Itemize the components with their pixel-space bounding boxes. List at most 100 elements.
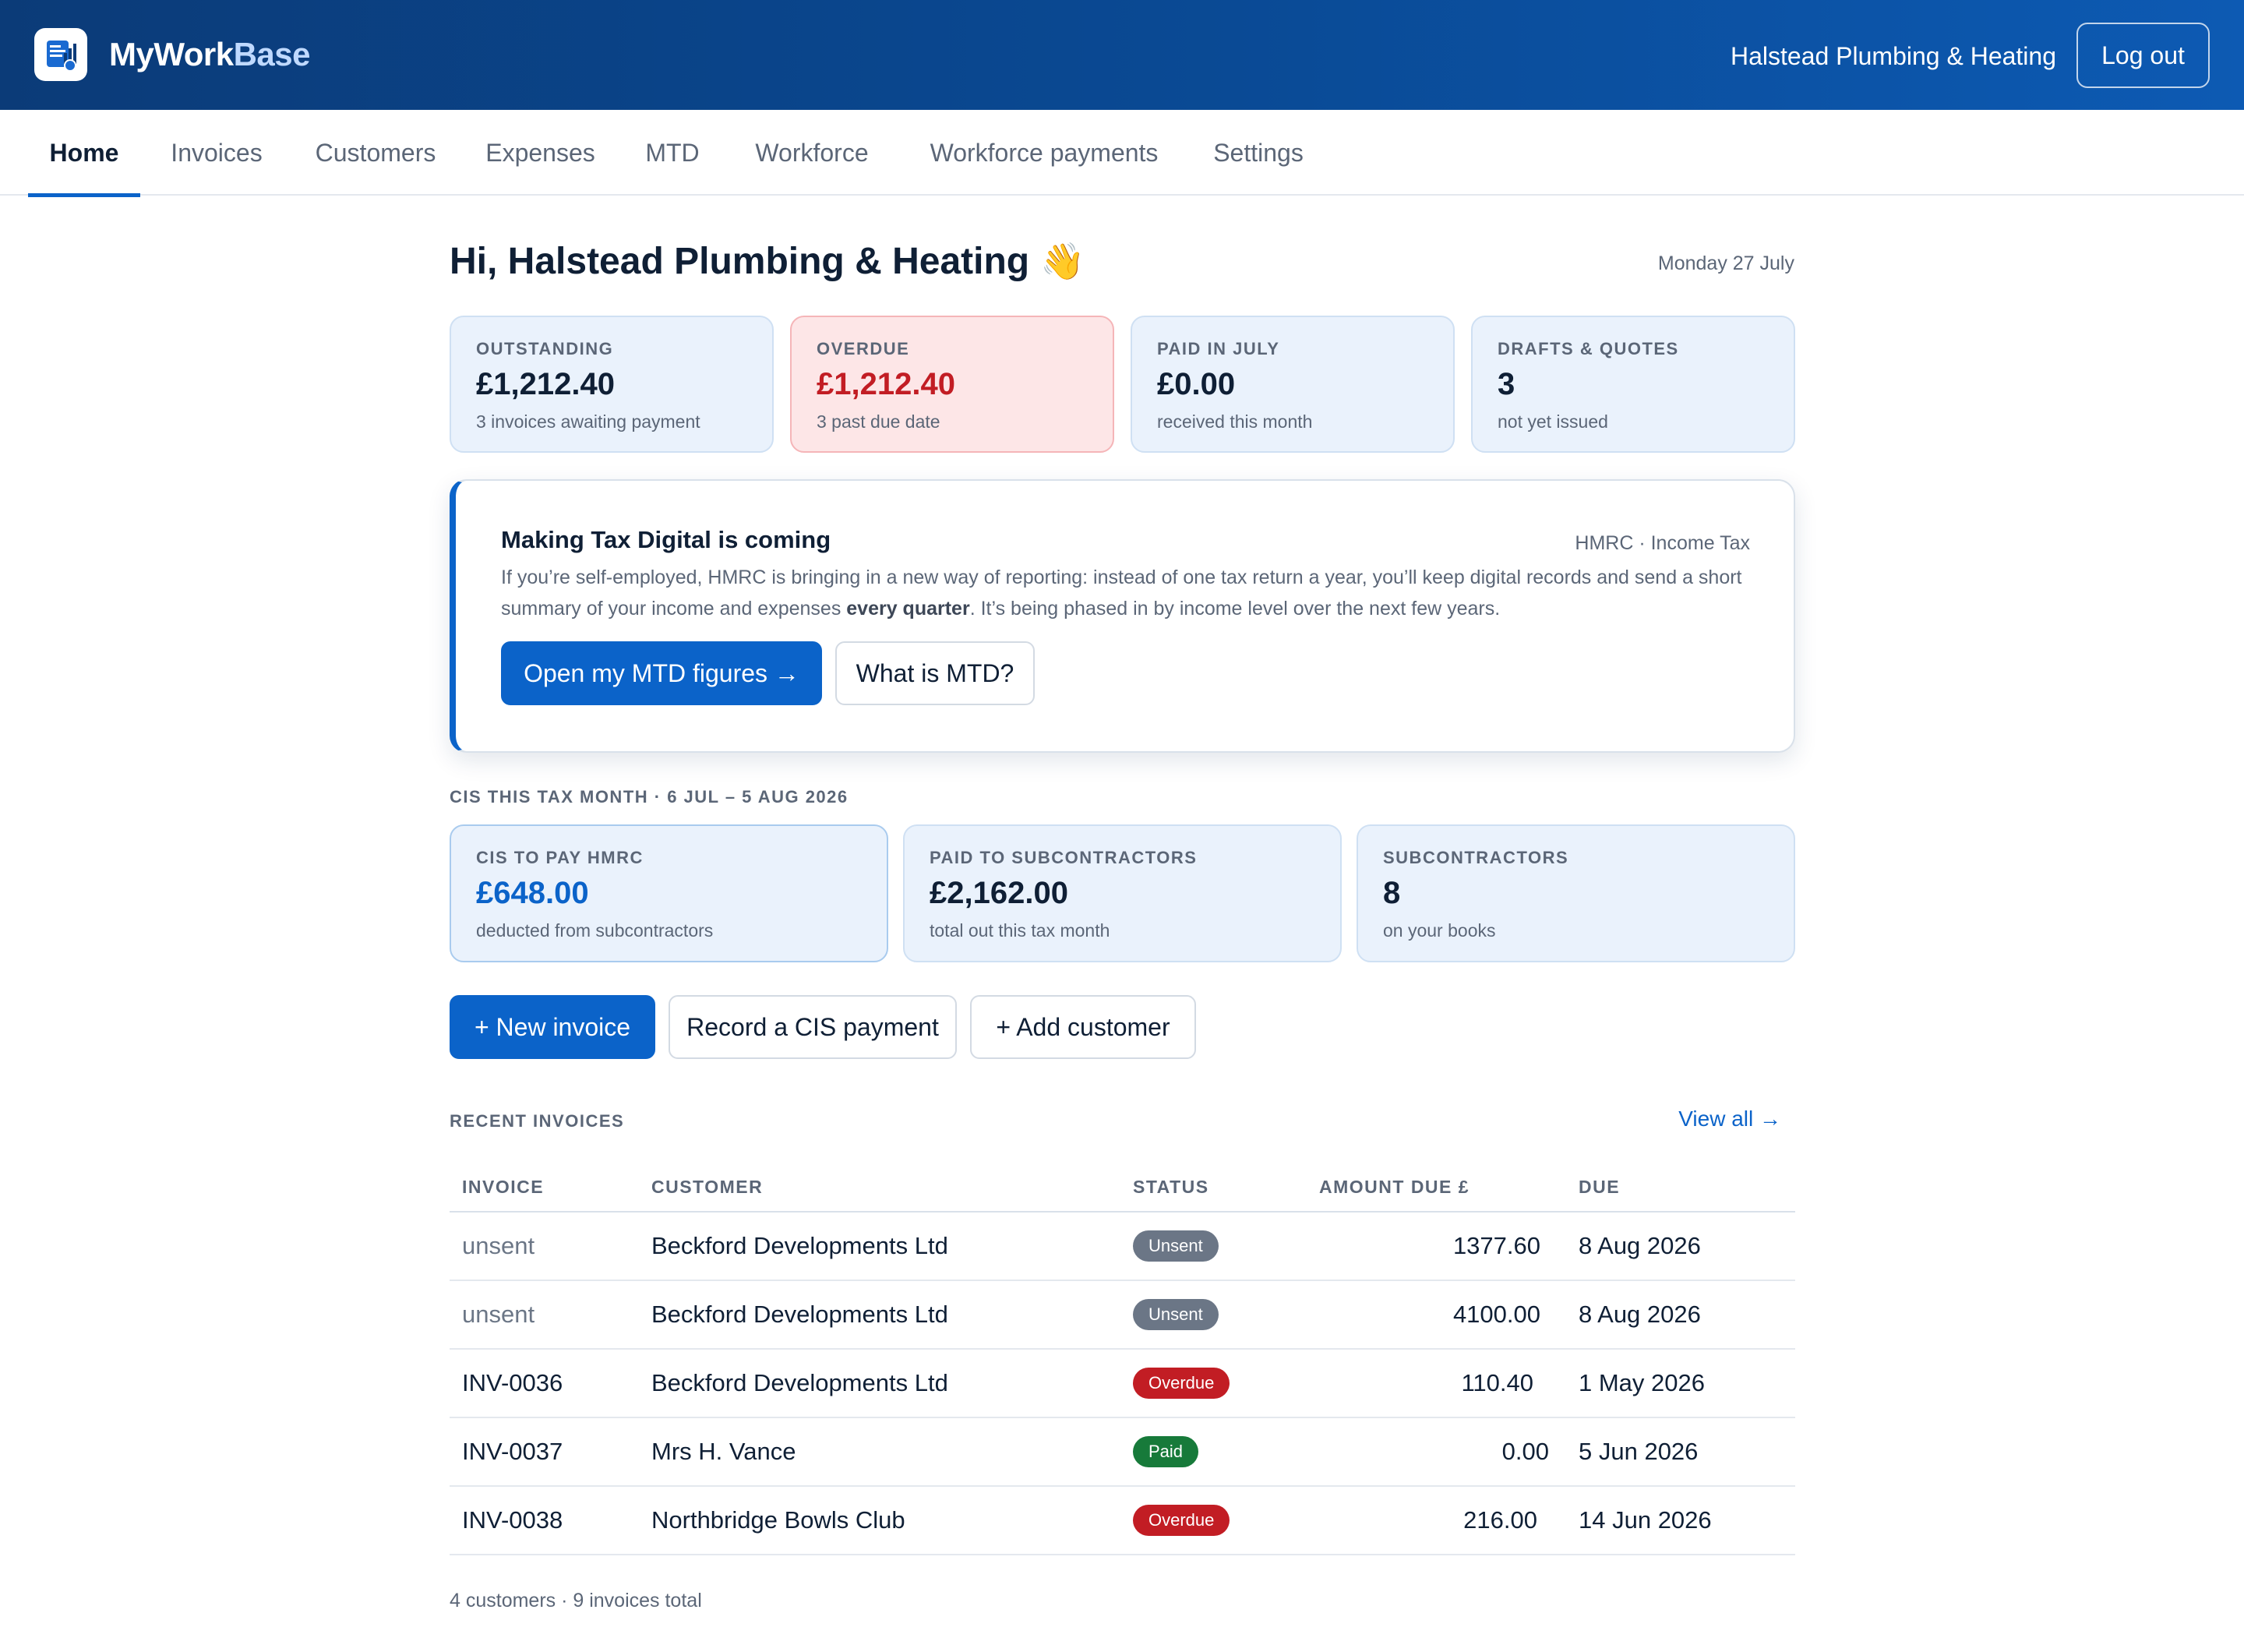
record-cis-payment-button[interactable]: Record a CIS payment [669, 995, 957, 1059]
recent-invoices-label: RECENT INVOICES [450, 1111, 625, 1131]
stat-label: PAID IN JULY [1157, 339, 1280, 358]
customer-name: Beckford Developments Ltd [651, 1369, 948, 1396]
mtd-tag: HMRC · Income Tax [1575, 532, 1750, 554]
stat-value: £2,162.00 [930, 876, 1068, 910]
stat-label: OVERDUE [817, 339, 910, 358]
nav-tab-expenses[interactable]: Expenses [476, 110, 605, 196]
column-header-due[interactable]: DUE [1579, 1177, 1620, 1198]
due-date: 1 May 2026 [1579, 1369, 1705, 1396]
column-header-invoice[interactable]: INVOICE [462, 1177, 544, 1198]
stat-value: 8 [1383, 876, 1401, 910]
amount-due: 0.00 [1501, 1438, 1549, 1465]
top-bar: MyWorkBase Halstead Plumbing & Heating L… [0, 0, 2244, 110]
mtd-title: Making Tax Digital is coming [501, 526, 831, 553]
table-row[interactable]: unsent Beckford Developments Ltd Unsent … [450, 1281, 1795, 1350]
current-date: Monday 27 July [1657, 252, 1794, 274]
nav-tab-workforce[interactable]: Workforce [741, 110, 883, 196]
customer-name: Northbridge Bowls Club [651, 1506, 905, 1534]
stat-subtext: 3 past due date [817, 411, 940, 432]
amount-due: 1377.60 [1452, 1232, 1540, 1259]
status-cell: Unsent [1133, 1281, 1219, 1348]
mtd-body-text-end: . It’s being phased in by income level o… [969, 598, 1501, 620]
stat-subtext: deducted from subcontractors [476, 920, 714, 941]
cis-card-to-pay[interactable]: CIS TO PAY HMRC £648.00 deducted from su… [450, 824, 888, 962]
nav-tab-invoices[interactable]: Invoices [161, 110, 272, 196]
table-row[interactable]: INV-0036 Beckford Developments Ltd Overd… [450, 1350, 1795, 1418]
what-is-mtd-button[interactable]: What is MTD? [835, 641, 1035, 705]
stat-subtext: not yet issued [1498, 411, 1608, 432]
due-date: 8 Aug 2026 [1579, 1301, 1701, 1328]
nav-tab-settings[interactable]: Settings [1206, 110, 1311, 196]
mtd-body-emphasis: every quarter [846, 598, 970, 620]
waving-hand-icon: 👋 [1040, 241, 1085, 281]
stat-subtext: on your books [1383, 920, 1496, 941]
status-cell: Unsent [1133, 1213, 1219, 1280]
nav-tab-workforce-payments[interactable]: Workforce payments [913, 110, 1175, 196]
greeting-text: Hi, Halstead Plumbing & Heating [450, 241, 1030, 282]
stat-subtext: total out this tax month [930, 920, 1110, 941]
logout-button[interactable]: Log out [2076, 23, 2210, 88]
nav-tab-home[interactable]: Home [28, 110, 140, 197]
stat-label: CIS TO PAY HMRC [476, 848, 644, 867]
customer-name: Beckford Developments Ltd [651, 1232, 948, 1259]
invoice-number: INV-0037 [462, 1438, 563, 1465]
status-badge: Overdue [1133, 1368, 1230, 1399]
mtd-actions: Open my MTD figures → What is MTD? [501, 641, 1750, 705]
invoice-number: INV-0036 [462, 1369, 563, 1396]
stat-value: £1,212.40 [476, 367, 615, 401]
table-header: INVOICE CUSTOMER STATUS AMOUNT DUE £ DUE [450, 1160, 1795, 1213]
stat-value: 3 [1498, 367, 1515, 401]
nav-tab-customers[interactable]: Customers [306, 110, 445, 196]
column-header-status[interactable]: STATUS [1133, 1177, 1209, 1198]
stat-value: £0.00 [1157, 367, 1236, 401]
mtd-banner: Making Tax Digital is coming HMRC · Inco… [450, 479, 1795, 753]
stat-card-drafts[interactable]: DRAFTS & QUOTES 3 not yet issued [1471, 316, 1795, 453]
customer-name: Mrs H. Vance [651, 1438, 796, 1465]
due-date: 14 Jun 2026 [1579, 1506, 1712, 1534]
status-badge: Paid [1133, 1436, 1199, 1467]
status-badge: Overdue [1133, 1505, 1230, 1536]
customer-name: Beckford Developments Ltd [651, 1301, 948, 1328]
status-cell: Overdue [1133, 1350, 1230, 1417]
stat-label: OUTSTANDING [476, 339, 614, 358]
view-all-link[interactable]: View all → [1678, 1107, 1781, 1131]
invoice-number: INV-0038 [462, 1506, 563, 1534]
page-title: Hi, Halstead Plumbing & Heating 👋 [450, 234, 1085, 289]
new-invoice-button[interactable]: + New invoice [450, 995, 655, 1059]
cis-card-subcontractors[interactable]: SUBCONTRACTORS 8 on your books [1357, 824, 1795, 962]
brand-accent: Base [233, 36, 311, 72]
table-row[interactable]: INV-0037 Mrs H. Vance Paid 0.00 5 Jun 20… [450, 1418, 1795, 1487]
invoice-number: unsent [462, 1301, 535, 1328]
mtd-description: If you’re self-employed, HMRC is bringin… [501, 562, 1763, 624]
status-badge: Unsent [1133, 1299, 1219, 1330]
stat-card-outstanding[interactable]: OUTSTANDING £1,212.40 3 invoices awaitin… [450, 316, 774, 453]
status-badge: Unsent [1133, 1230, 1219, 1262]
table-row[interactable]: INV-0038 Northbridge Bowls Club Overdue … [450, 1487, 1795, 1555]
column-header-amount[interactable]: AMOUNT DUE £ [1319, 1177, 1470, 1198]
stat-value: £1,212.40 [817, 367, 955, 401]
amount-due: 216.00 [1463, 1506, 1537, 1534]
amount-due: 4100.00 [1452, 1301, 1540, 1328]
recent-invoices-table: INVOICE CUSTOMER STATUS AMOUNT DUE £ DUE… [450, 1160, 1795, 1555]
cis-card-paid-subcontractors[interactable]: PAID TO SUBCONTRACTORS £2,162.00 total o… [903, 824, 1342, 962]
table-row[interactable]: unsent Beckford Developments Ltd Unsent … [450, 1213, 1795, 1281]
stat-subtext: 3 invoices awaiting payment [476, 411, 700, 432]
quick-actions: + New invoice Record a CIS payment + Add… [450, 995, 1196, 1059]
amount-due: 110.40 [1461, 1369, 1533, 1396]
stat-card-overdue[interactable]: OVERDUE £1,212.40 3 past due date [790, 316, 1114, 453]
brand-main: MyWork [109, 36, 234, 72]
brand-name[interactable]: MyWorkBase [109, 34, 311, 75]
add-customer-button[interactable]: + Add customer [970, 995, 1196, 1059]
app-logo-icon[interactable] [34, 28, 87, 81]
stat-value: £648.00 [476, 876, 589, 910]
company-name: Halstead Plumbing & Heating [1730, 42, 2056, 70]
due-date: 8 Aug 2026 [1579, 1232, 1701, 1259]
open-mtd-figures-button[interactable]: Open my MTD figures → [501, 641, 822, 705]
cis-section-label: CIS THIS TAX MONTH · 6 JUL – 5 AUG 2026 [450, 787, 849, 807]
column-header-customer[interactable]: CUSTOMER [651, 1177, 763, 1198]
invoice-number: unsent [462, 1232, 535, 1259]
stat-card-paid[interactable]: PAID IN JULY £0.00 received this month [1131, 316, 1455, 453]
main-nav: Home Invoices Customers Expenses MTD Wor… [0, 110, 2244, 197]
stat-label: DRAFTS & QUOTES [1498, 339, 1679, 358]
nav-tab-mtd[interactable]: MTD [635, 110, 710, 196]
